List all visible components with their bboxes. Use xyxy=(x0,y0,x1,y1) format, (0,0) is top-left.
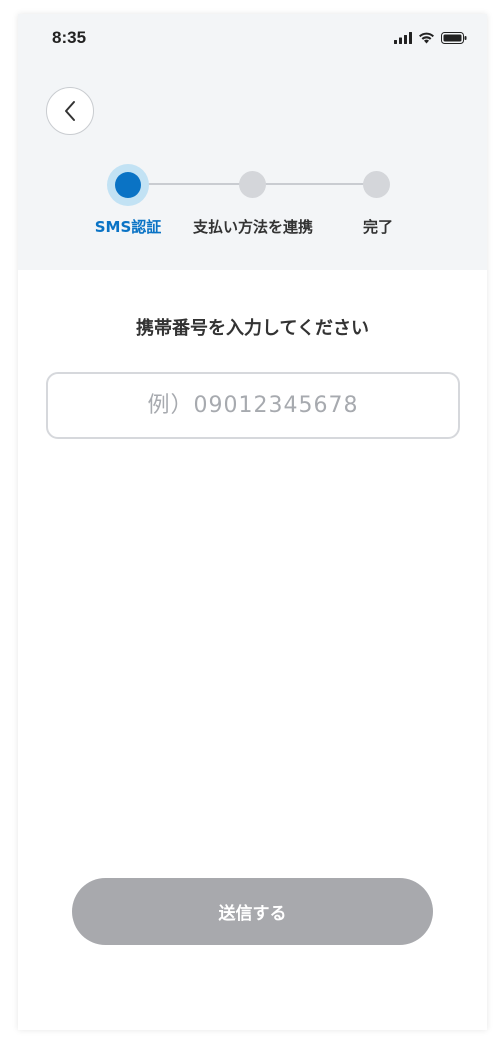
step-1-label: SMS認証 xyxy=(94,218,162,236)
status-icons xyxy=(394,32,467,44)
cellular-signal-icon xyxy=(394,32,412,44)
battery-icon xyxy=(441,32,467,44)
step-3-dot xyxy=(363,171,390,198)
status-bar: 8:35 xyxy=(18,14,487,64)
send-button[interactable]: 送信する xyxy=(72,878,433,945)
stepper-connector xyxy=(253,183,378,185)
step-2-dot xyxy=(239,171,266,198)
phone-number-input[interactable] xyxy=(46,372,460,439)
status-time: 8:35 xyxy=(52,28,87,47)
wifi-icon xyxy=(419,32,434,44)
step-1-dot xyxy=(115,172,141,198)
page-title: 携帯番号を入力してください xyxy=(136,318,369,339)
chevron-left-icon xyxy=(65,101,75,121)
step-2-label: 支払い方法を連携 xyxy=(192,218,313,236)
back-button[interactable] xyxy=(46,87,94,135)
phone-screen: 8:35 SMS認証 支払い方法を連携 完了 携帯番号を入力してください 例）0… xyxy=(18,14,487,1030)
step-3-label: 完了 xyxy=(362,218,393,236)
header-area: 8:35 SMS認証 支払い方法を連携 完了 xyxy=(18,14,487,270)
